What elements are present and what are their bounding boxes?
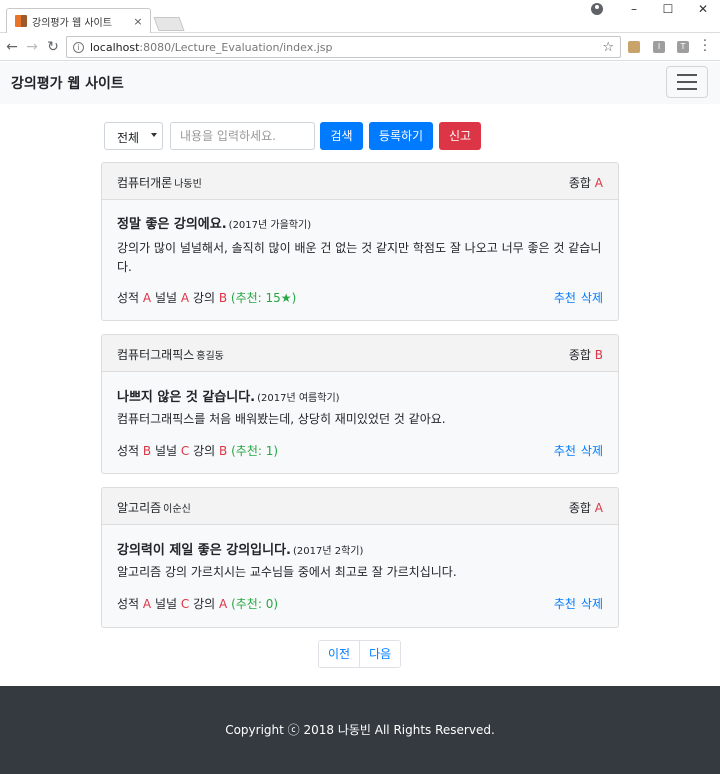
card-actions: 추천 삭제: [549, 442, 603, 459]
like-link[interactable]: 추천: [554, 597, 576, 611]
prev-page-button[interactable]: 이전: [319, 641, 360, 667]
bookmark-star-icon[interactable]: ☆: [602, 40, 614, 55]
tab-title: 강의평가 웹 사이트: [32, 17, 112, 29]
extension-t-icon[interactable]: T: [677, 41, 689, 53]
minimize-icon[interactable]: –: [617, 0, 651, 18]
category-select-value: 전체: [117, 131, 140, 145]
professor-name: 나동빈: [174, 179, 202, 190]
forward-arrow-icon[interactable]: →: [24, 39, 40, 55]
next-page-button[interactable]: 다음: [359, 641, 401, 667]
url-host: localhost: [90, 40, 140, 54]
hamburger-icon-bar: [677, 74, 697, 76]
evaluation-card: 컴퓨터개론 나동빈 종합 A 정말 좋은 강의에요. (2017년 가을학기) 강의…: [101, 162, 619, 321]
site-navbar: 강의평가 웹 사이트: [0, 62, 720, 104]
delete-link[interactable]: 삭제: [581, 597, 603, 611]
evaluation-ratings: 성적 A 널널 A 강의 B (추천: 15★): [117, 291, 297, 305]
navbar-brand[interactable]: 강의평가 웹 사이트: [11, 73, 124, 93]
pagination: 이전 다음: [318, 640, 402, 668]
semester: (2017년 가을학기): [228, 220, 312, 231]
card-header: 컴퓨터그래픽스 홍길동 종합 B: [102, 335, 618, 372]
lecture-name: 컴퓨터개론 나동빈: [117, 176, 202, 190]
total-grade: 종합 A: [568, 501, 603, 515]
close-window-icon[interactable]: ✕: [686, 0, 720, 18]
like-count: (추천: 1): [231, 444, 279, 458]
browser-menu-icon[interactable]: · · ·: [702, 35, 708, 58]
browser-tab[interactable]: 강의평가 웹 사이트 ×: [6, 8, 151, 33]
semester: (2017년 여름학기): [257, 393, 340, 404]
evaluation-content: 컴퓨터그래픽스를 처음 배워봤는데, 상당히 재미있었던 것 같아요.: [117, 412, 446, 426]
hamburger-icon-bar: [677, 88, 697, 90]
site-info-icon[interactable]: i: [73, 41, 84, 53]
card-actions: 추천 삭제: [549, 289, 603, 306]
evaluation-title: 나쁘지 않은 것 같습니다. (2017년 여름학기): [117, 390, 340, 405]
maximize-icon[interactable]: ☐: [651, 0, 685, 18]
search-input[interactable]: [170, 122, 315, 150]
evaluation-card: 알고리즘 이순신 종합 A 강의력이 제일 좋은 강의입니다. (2017년 2학기…: [101, 487, 619, 628]
evaluation-content: 알고리즘 강의 가르치시는 교수님들 중에서 최고로 잘 가르치십니다.: [117, 565, 457, 579]
back-arrow-icon[interactable]: ←: [4, 39, 20, 55]
professor-name: 홍길동: [196, 351, 224, 362]
evaluation-ratings: 성적 A 널널 C 강의 A (추천: 0): [117, 597, 279, 611]
reload-icon[interactable]: ↻: [45, 39, 61, 55]
browser-toolbar: ← → ↻ i localhost :8080/Lecture_Evaluati…: [0, 33, 720, 61]
copyright-text: Copyright ⓒ 2018 나동빈 All Rights Reserved…: [225, 723, 495, 737]
evaluation-ratings: 성적 B 널널 C 강의 B (추천: 1): [117, 444, 279, 458]
hamburger-icon-bar: [677, 81, 697, 83]
professor-name: 이순신: [163, 504, 191, 515]
report-button[interactable]: 신고: [439, 122, 481, 150]
category-select[interactable]: 전체: [104, 122, 163, 150]
lecture-name: 컴퓨터그래픽스 홍길동: [117, 348, 224, 362]
site-footer: Copyright ⓒ 2018 나동빈 All Rights Reserved…: [0, 686, 720, 774]
search-button[interactable]: 검색: [320, 122, 363, 150]
extension-i-icon[interactable]: I: [653, 41, 665, 53]
like-link[interactable]: 추천: [554, 444, 576, 458]
card-actions: 추천 삭제: [549, 595, 603, 612]
semester: (2017년 2학기): [293, 546, 364, 557]
total-grade: 종합 A: [568, 176, 603, 190]
tab-close-icon[interactable]: ×: [132, 15, 144, 28]
evaluation-title: 강의력이 제일 좋은 강의입니다. (2017년 2학기): [117, 543, 364, 558]
navbar-toggler-button[interactable]: [666, 66, 708, 98]
cookie-extension-icon[interactable]: [628, 41, 640, 53]
caret-down-icon: [151, 133, 157, 137]
url-path: :8080/Lecture_Evaluation/index.jsp: [139, 40, 333, 54]
browser-tab-bar: 강의평가 웹 사이트 × – ☐ ✕: [0, 0, 720, 33]
like-count: (추천: 15★): [230, 291, 297, 305]
like-link[interactable]: 추천: [554, 291, 576, 305]
evaluation-card: 컴퓨터그래픽스 홍길동 종합 B 나쁘지 않은 것 같습니다. (2017년 여름학…: [101, 334, 619, 474]
card-header: 컴퓨터개론 나동빈 종합 A: [102, 163, 618, 200]
register-button[interactable]: 등록하기: [369, 122, 433, 150]
lecture-name: 알고리즘 이순신: [117, 501, 191, 515]
delete-link[interactable]: 삭제: [581, 291, 603, 305]
evaluation-title: 정말 좋은 강의에요. (2017년 가을학기): [117, 217, 312, 232]
new-tab-button[interactable]: [153, 17, 185, 31]
profile-icon[interactable]: [591, 3, 603, 15]
total-grade: 종합 B: [568, 348, 603, 362]
evaluation-content: 강의가 많이 널널해서, 솔직히 많이 배운 건 없는 것 같지만 학점도 잘 …: [117, 241, 602, 274]
like-count: (추천: 0): [231, 597, 279, 611]
delete-link[interactable]: 삭제: [581, 444, 603, 458]
address-bar[interactable]: i localhost :8080/Lecture_Evaluation/ind…: [66, 36, 621, 58]
site-favicon-icon: [15, 15, 27, 27]
card-header: 알고리즘 이순신 종합 A: [102, 488, 618, 525]
